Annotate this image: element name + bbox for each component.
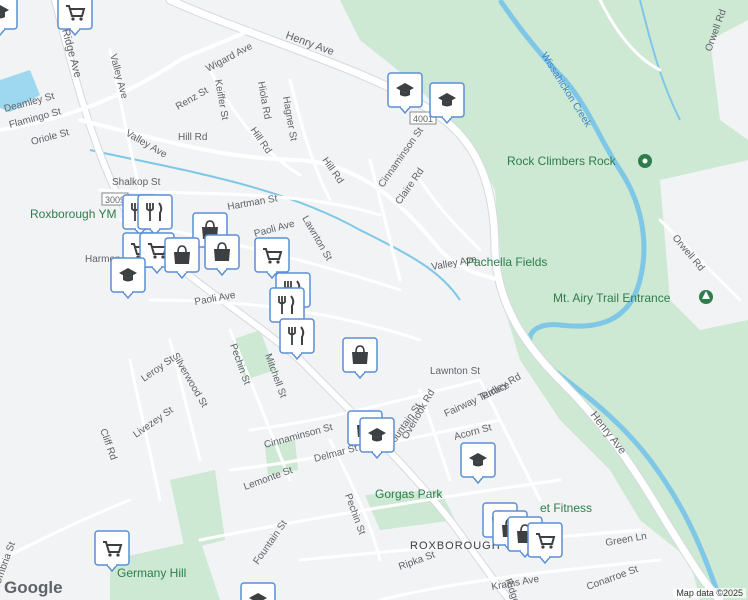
store-pin[interactable] (204, 234, 240, 277)
school-pin[interactable] (240, 582, 276, 600)
svg-text:3009: 3009 (105, 195, 125, 205)
cart-pin[interactable] (254, 237, 290, 280)
cart-pin[interactable] (527, 522, 563, 565)
svg-text:Rock Climbers Rock: Rock Climbers Rock (507, 154, 617, 168)
place-label-fitness: et Fitness (540, 501, 592, 515)
map-canvas[interactable]: 3009 4001 Henry Ave Henry Ave Wigard Ave… (0, 0, 748, 600)
street-label: Shalkop St (112, 177, 161, 188)
school-pin[interactable] (110, 257, 146, 300)
svg-text:Mt. Airy Trail Entrance: Mt. Airy Trail Entrance (553, 291, 671, 305)
place-label-roxborough-ymca: Roxborough YM (30, 207, 117, 221)
restaurant-pin[interactable] (279, 318, 315, 361)
store-pin[interactable] (342, 337, 378, 380)
school-pin[interactable] (387, 72, 423, 115)
cart-pin[interactable] (57, 0, 93, 37)
street-label: Lawnton St (430, 366, 480, 377)
place-label-germany-hill: Germany Hill (117, 566, 186, 580)
restaurant-pin[interactable] (137, 194, 173, 237)
place-label-gorgas-park: Gorgas Park (375, 487, 443, 501)
street-label: Hill Rd (178, 132, 207, 143)
google-logo: Google (4, 578, 63, 597)
school-pin[interactable] (460, 442, 496, 485)
store-pin[interactable] (164, 237, 200, 280)
school-pin[interactable] (429, 82, 465, 125)
map-attribution: Map data ©2025 (673, 588, 746, 598)
place-label-pachella-fields: Pachella Fields (466, 255, 547, 269)
school-pin[interactable] (359, 417, 395, 460)
cart-pin[interactable] (94, 530, 130, 573)
